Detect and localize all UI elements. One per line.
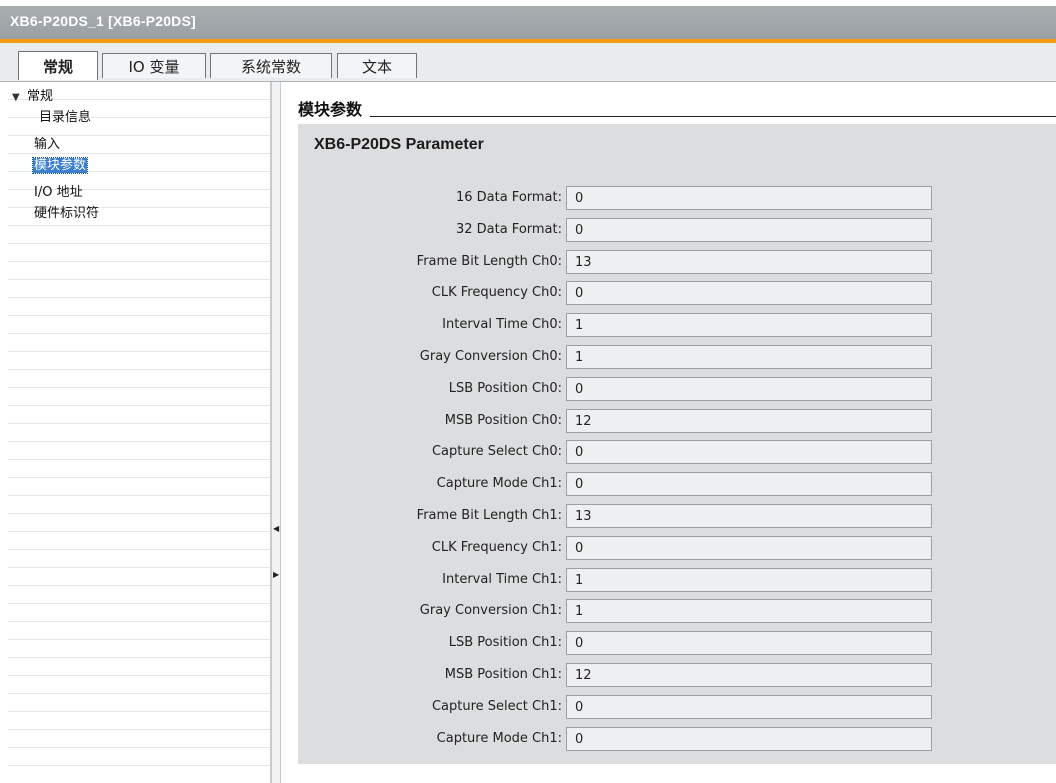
panel-title: XB6-P20DS Parameter bbox=[314, 136, 484, 153]
expand-right-icon[interactable]: ▶ bbox=[273, 568, 279, 582]
param-value-field[interactable] bbox=[566, 377, 932, 401]
tree-item-io-address[interactable]: I/O 地址 bbox=[33, 184, 84, 202]
section-divider bbox=[298, 116, 1056, 117]
param-label: Gray Conversion Ch0: bbox=[419, 349, 562, 364]
title-bar: XB6-P20DS_1 [XB6-P20DS] bbox=[0, 0, 1056, 44]
param-value-field[interactable] bbox=[566, 250, 932, 274]
tree-item-label: 输入 bbox=[34, 137, 61, 152]
param-value-field[interactable] bbox=[566, 409, 932, 433]
main-content: 模块参数 XB6-P20DS Parameter 16 Data Format:… bbox=[282, 82, 1056, 783]
param-value-field[interactable] bbox=[566, 345, 932, 369]
tree-item-hardware-identifier[interactable]: 硬件标识符 bbox=[33, 205, 100, 223]
param-value-field[interactable] bbox=[566, 440, 932, 464]
param-value-field[interactable] bbox=[566, 504, 932, 528]
param-label: Capture Mode Ch1: bbox=[436, 731, 562, 746]
param-label: Capture Select Ch1: bbox=[431, 699, 562, 714]
param-label: CLK Frequency Ch1: bbox=[431, 540, 562, 555]
tree-item-catalog-info[interactable]: 目录信息 bbox=[38, 109, 92, 127]
param-label: LSB Position Ch0: bbox=[448, 381, 562, 396]
expand-arrow-icon[interactable]: ▼ bbox=[12, 89, 26, 107]
parameter-panel: XB6-P20DS Parameter 16 Data Format: 32 Da… bbox=[298, 124, 1056, 764]
window-title: XB6-P20DS_1 [XB6-P20DS] bbox=[10, 13, 196, 29]
param-label: MSB Position Ch1: bbox=[444, 667, 562, 682]
param-label: Capture Select Ch0: bbox=[431, 444, 562, 459]
param-value-field[interactable] bbox=[566, 313, 932, 337]
tab-io-variables[interactable]: IO 变量 bbox=[102, 53, 206, 78]
param-label: Gray Conversion Ch1: bbox=[419, 603, 562, 618]
param-label: LSB Position Ch1: bbox=[448, 635, 562, 650]
tree-item-module-parameters[interactable]: 模块参数 bbox=[31, 157, 89, 175]
param-value-field[interactable] bbox=[566, 568, 932, 592]
tree-item-label: 模块参数 bbox=[31, 157, 89, 174]
param-value-field[interactable] bbox=[566, 186, 932, 210]
param-value-field[interactable] bbox=[566, 727, 932, 751]
param-value-field[interactable] bbox=[566, 599, 932, 623]
param-value-field[interactable] bbox=[566, 663, 932, 687]
param-label: Interval Time Ch1: bbox=[442, 572, 562, 587]
tab-general[interactable]: 常规 bbox=[18, 51, 98, 80]
section-header: 模块参数 bbox=[298, 96, 371, 120]
tree-item-general[interactable]: ▼ 常规 bbox=[12, 88, 54, 106]
param-value-field[interactable] bbox=[566, 218, 932, 242]
tree-item-label: 常规 bbox=[27, 89, 54, 104]
param-label: 32 Data Format: bbox=[455, 222, 562, 237]
inspector-window: XB6-P20DS_1 [XB6-P20DS] 常规 IO 变量 系统常数 文本… bbox=[0, 0, 1056, 783]
collapse-left-icon[interactable]: ◀ bbox=[273, 522, 279, 536]
tree-item-label: 硬件标识符 bbox=[34, 206, 100, 221]
tab-bar: 常规 IO 变量 系统常数 文本 bbox=[0, 43, 1056, 82]
tree-item-label: I/O 地址 bbox=[34, 185, 83, 200]
param-label: 16 Data Format: bbox=[455, 190, 562, 205]
pane-splitter[interactable]: ◀ ▶ bbox=[271, 82, 281, 783]
param-value-field[interactable] bbox=[566, 281, 932, 305]
param-label: Interval Time Ch0: bbox=[442, 317, 562, 332]
param-label: Frame Bit Length Ch1: bbox=[416, 508, 562, 523]
tab-system-constants[interactable]: 系统常数 bbox=[210, 53, 332, 78]
param-value-field[interactable] bbox=[566, 536, 932, 560]
param-label: Capture Mode Ch1: bbox=[436, 476, 562, 491]
navigation-tree: ▼ 常规 目录信息 输入 模块参数 I/O 地址 硬件标识符 bbox=[8, 82, 271, 783]
param-value-field[interactable] bbox=[566, 695, 932, 719]
param-value-field[interactable] bbox=[566, 631, 932, 655]
tree-item-label: 目录信息 bbox=[39, 110, 92, 125]
param-label: CLK Frequency Ch0: bbox=[431, 285, 562, 300]
param-label: MSB Position Ch0: bbox=[444, 413, 562, 428]
tab-text[interactable]: 文本 bbox=[337, 53, 417, 78]
param-value-field[interactable] bbox=[566, 472, 932, 496]
tree-item-input[interactable]: 输入 bbox=[33, 136, 61, 154]
param-label: Frame Bit Length Ch0: bbox=[416, 254, 562, 269]
title-bar-background: XB6-P20DS_1 [XB6-P20DS] bbox=[0, 6, 1056, 39]
